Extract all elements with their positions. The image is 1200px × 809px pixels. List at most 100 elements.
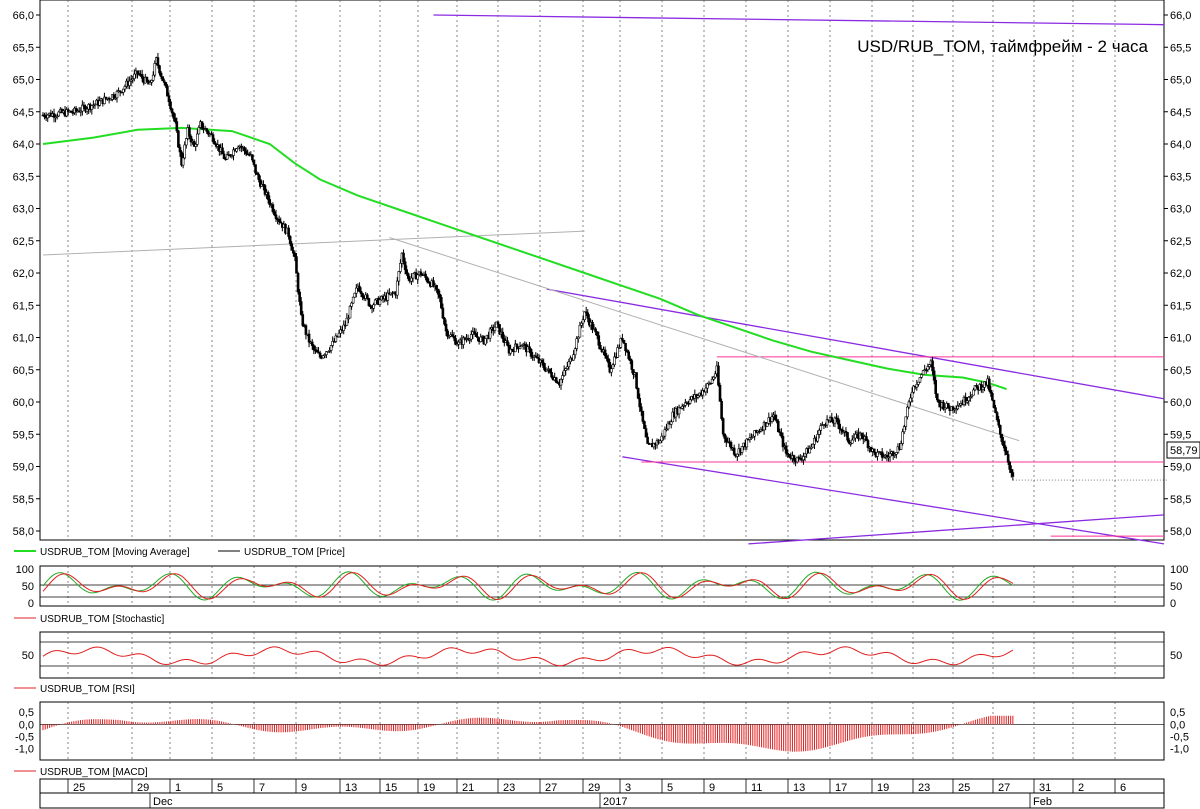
x-tick-label: 5 bbox=[217, 782, 223, 794]
candle-body bbox=[575, 338, 579, 349]
candle-body bbox=[1002, 441, 1005, 446]
candle-body bbox=[932, 370, 936, 381]
candle-body bbox=[205, 128, 209, 132]
candle-body bbox=[542, 362, 545, 368]
main-legend: USDRUB_TOM [Moving Average] USDRUB_TOM [… bbox=[14, 547, 345, 558]
candle-body bbox=[440, 297, 443, 309]
candle-body bbox=[926, 366, 930, 371]
candle-body bbox=[221, 147, 224, 155]
candle-body bbox=[150, 80, 153, 83]
candle-body bbox=[296, 273, 300, 293]
candle-body bbox=[435, 285, 438, 290]
candle-body bbox=[720, 400, 723, 419]
candle-body bbox=[717, 365, 720, 386]
candle-body bbox=[200, 121, 204, 129]
candle-body bbox=[847, 439, 851, 444]
candle-body bbox=[1003, 445, 1007, 452]
candle-body bbox=[917, 381, 920, 385]
y-tick-label-right: 58,0 bbox=[1170, 526, 1191, 538]
candle-body bbox=[211, 134, 215, 142]
candle-body bbox=[411, 273, 415, 279]
y-tick-label-right: 58,5 bbox=[1170, 494, 1191, 506]
candle-body bbox=[865, 436, 868, 441]
candle-body bbox=[972, 389, 975, 396]
candle-body bbox=[156, 57, 160, 66]
candle-body bbox=[184, 138, 188, 146]
x-tick-label: 13 bbox=[793, 782, 805, 794]
candle-body bbox=[907, 401, 911, 408]
candle-body bbox=[501, 331, 505, 339]
candle-body bbox=[641, 410, 645, 422]
candle-body bbox=[981, 386, 985, 390]
candle-body bbox=[266, 192, 270, 200]
candle-body bbox=[904, 416, 908, 427]
candle-body bbox=[559, 379, 563, 386]
candle-body bbox=[594, 328, 597, 333]
legend-price: USDRUB_TOM [Price] bbox=[244, 547, 345, 558]
candle-body bbox=[488, 328, 492, 339]
candle-body bbox=[479, 336, 482, 342]
candle-body bbox=[402, 252, 405, 263]
candle-body bbox=[167, 95, 171, 103]
candle-body bbox=[561, 375, 564, 380]
candle-body bbox=[1008, 461, 1012, 470]
candle-body bbox=[301, 314, 305, 326]
candle-body bbox=[446, 330, 449, 337]
legend-rsi: USDRUB_TOM [RSI] bbox=[40, 684, 135, 695]
candle-body bbox=[854, 433, 857, 439]
candle-body bbox=[880, 451, 884, 458]
candle-body bbox=[873, 448, 876, 453]
candle-body bbox=[994, 407, 997, 413]
candle-body bbox=[915, 383, 919, 388]
y-tick-label-left: 62,5 bbox=[13, 236, 34, 248]
candle-body bbox=[1011, 472, 1015, 477]
candle-body bbox=[725, 438, 728, 443]
candle-body bbox=[244, 150, 248, 155]
candle-body bbox=[175, 121, 179, 132]
candle-body bbox=[46, 114, 50, 119]
candle-body bbox=[1000, 433, 1004, 442]
candle-body bbox=[274, 214, 278, 220]
indicator-tick-label: 0,0 bbox=[1170, 719, 1185, 731]
candle-body bbox=[792, 455, 796, 461]
candle-body bbox=[616, 347, 619, 358]
candle-body bbox=[663, 429, 667, 437]
candle-body bbox=[712, 376, 716, 380]
candle-body bbox=[658, 440, 662, 444]
candle-body bbox=[567, 361, 571, 368]
candle-body bbox=[348, 306, 352, 319]
candle-body bbox=[1005, 450, 1008, 455]
candle-body bbox=[554, 377, 558, 383]
indicator-tick-label: 50 bbox=[1170, 650, 1182, 662]
x-tick-label: 17 bbox=[835, 782, 847, 794]
x-tick-label: 9 bbox=[301, 782, 307, 794]
candle-body bbox=[860, 432, 864, 436]
y-tick-label-left: 65,5 bbox=[13, 42, 34, 54]
y-tick-label-left: 59,0 bbox=[13, 462, 34, 474]
candle-body bbox=[921, 370, 925, 375]
candle-body bbox=[268, 199, 272, 205]
candle-body bbox=[145, 77, 149, 82]
candle-body bbox=[177, 130, 180, 148]
candle-body bbox=[115, 91, 119, 99]
indicator-tick-label: 50 bbox=[1170, 581, 1182, 593]
candle-body bbox=[572, 354, 575, 361]
x-tick-label: 7 bbox=[259, 782, 265, 794]
rsi-panel: 50 50 bbox=[22, 631, 1182, 679]
candle-body bbox=[474, 333, 478, 337]
stochastic-panel: 100 100 50 50 0 0 bbox=[16, 564, 1189, 610]
candle-body bbox=[937, 399, 941, 403]
candle-body bbox=[909, 397, 912, 403]
candle-body bbox=[351, 296, 355, 304]
candle-body bbox=[315, 349, 319, 353]
y-tick-label-right: 63,0 bbox=[1170, 204, 1191, 216]
candle-body bbox=[506, 340, 509, 346]
indicator-tick-label: 0,0 bbox=[19, 719, 34, 731]
x-tick-label: 27 bbox=[545, 782, 557, 794]
candle-body bbox=[424, 273, 427, 278]
candle-body bbox=[436, 288, 440, 295]
candle-body bbox=[416, 274, 420, 280]
legend-macd: USDRUB_TOM [MACD] bbox=[40, 767, 148, 778]
candle-body bbox=[397, 271, 401, 282]
x-tick-label: 15 bbox=[385, 782, 397, 794]
